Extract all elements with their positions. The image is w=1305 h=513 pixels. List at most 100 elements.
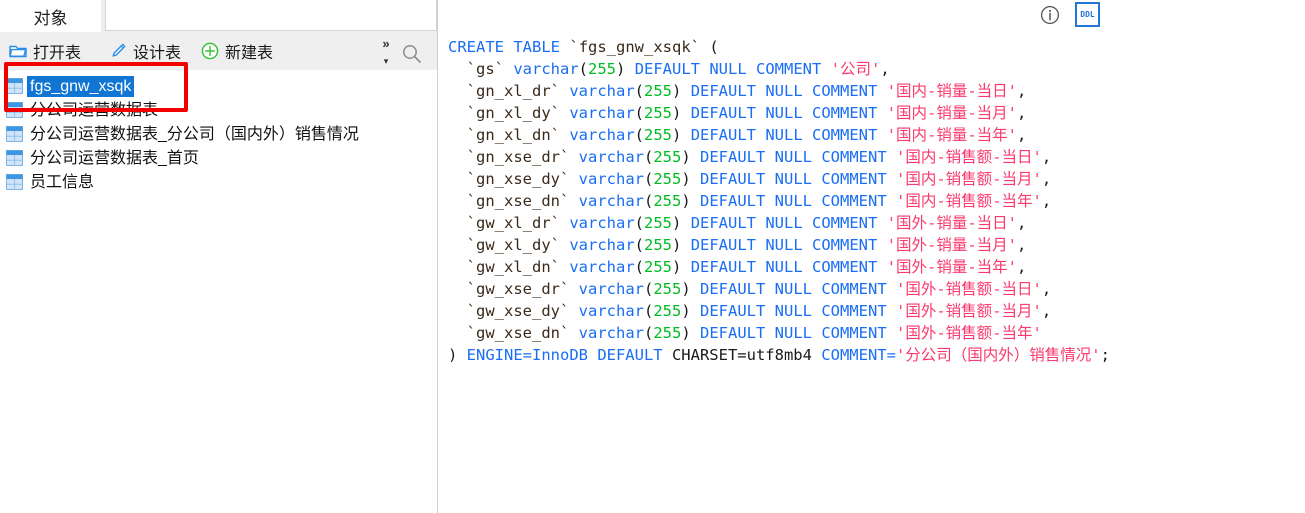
column-comment: '国外-销量-当年': [886, 258, 1018, 276]
column-nullability: DEFAULT NULL: [700, 302, 812, 320]
column-name: `gw_xl_dn`: [466, 258, 560, 276]
open-table-label: 打开表: [33, 45, 82, 62]
table-icon: [6, 150, 23, 166]
paren: ): [616, 60, 635, 78]
column-name: `gn_xl_dr`: [466, 82, 560, 100]
terminator: ;: [1100, 346, 1110, 364]
paren: (: [578, 60, 589, 78]
charset-clause: CHARSET=utf8mb4: [662, 346, 822, 364]
new-table-label: 新建表: [225, 45, 274, 62]
design-table-button[interactable]: 设计表: [108, 38, 181, 64]
column-name: `gw_xse_dy`: [466, 302, 570, 320]
keyword-comment: COMMENT: [821, 302, 887, 320]
table-icon: [6, 102, 23, 118]
tab-object-label: 对象: [33, 8, 68, 28]
keyword-comment: COMMENT: [821, 148, 887, 166]
column-comment: '国外-销量-当月': [886, 236, 1018, 254]
keyword-comment: COMMENT: [812, 236, 878, 254]
column-type: varchar: [578, 302, 644, 320]
paren: (: [634, 236, 645, 254]
search-icon[interactable]: [400, 42, 424, 66]
comma: ,: [1017, 236, 1027, 254]
object-list[interactable]: fgs_gnw_xsqk 分公司运营数据表 分公司运营数据表_分公司（国内外）销售情…: [0, 70, 437, 513]
column-length: 255: [644, 258, 673, 276]
paren: (: [644, 170, 654, 188]
list-item-label: 员工信息: [30, 173, 95, 191]
info-circle-icon[interactable]: [1039, 4, 1061, 26]
paren: ): [672, 214, 691, 232]
comma: ,: [1041, 148, 1052, 166]
column-type: varchar: [513, 60, 579, 78]
column-length: 255: [588, 60, 617, 78]
keyword-comment: COMMENT: [812, 126, 878, 144]
column-nullability: DEFAULT NULL: [700, 280, 812, 298]
column-nullability: DEFAULT NULL: [700, 192, 812, 210]
list-item[interactable]: fgs_gnw_xsqk: [0, 74, 437, 98]
table-icon: [6, 174, 23, 190]
paren: (: [634, 126, 645, 144]
tab-object[interactable]: 对象: [0, 0, 101, 32]
open-table-button[interactable]: 打开表: [8, 38, 81, 64]
paren: ): [681, 324, 701, 342]
tab-strip: 对象: [0, 0, 437, 32]
new-table-button[interactable]: 新建表: [200, 38, 273, 64]
ddl-preview-panel: DDL CREATE TABLE `fgs_gnw_xsqk` ( `gs` v…: [438, 0, 1305, 513]
comma: ,: [1017, 214, 1027, 232]
tab-strip-filler-area: [105, 0, 437, 31]
column-type: varchar: [569, 126, 635, 144]
ddl-panel-toolbar: DDL: [1039, 2, 1100, 27]
column-type: varchar: [578, 148, 644, 166]
ddl-button-label: DDL: [1080, 10, 1095, 19]
table-icon: [6, 126, 23, 142]
column-type: varchar: [578, 192, 644, 210]
ddl-column-line: `gw_xse_dr` varchar(255) DEFAULT NULL CO…: [448, 278, 1298, 300]
column-name: `gw_xl_dr`: [466, 214, 560, 232]
column-nullability: DEFAULT NULL: [690, 104, 803, 122]
keyword-create: CREATE: [448, 38, 504, 56]
ddl-toggle-button[interactable]: DDL: [1075, 2, 1100, 27]
paren: (: [634, 82, 645, 100]
paren: ): [681, 192, 701, 210]
column-length: 255: [653, 148, 682, 166]
toolbar-overflow-button[interactable]: » ▾: [375, 37, 397, 66]
paren: (: [644, 192, 654, 210]
column-name: `gn_xse_dn`: [466, 192, 570, 210]
ddl-column-line: `gw_xse_dy` varchar(255) DEFAULT NULL CO…: [448, 300, 1298, 322]
column-type: varchar: [569, 104, 635, 122]
table-icon: [6, 78, 23, 94]
keyword-comment: COMMENT: [821, 192, 887, 210]
column-length: 255: [644, 214, 673, 232]
list-item[interactable]: 分公司运营数据表_分公司（国内外）销售情况: [0, 122, 437, 146]
ddl-column-line: `gw_xl_dy` varchar(255) DEFAULT NULL COM…: [448, 234, 1298, 256]
engine-clause: ENGINE=InnoDB DEFAULT: [466, 346, 663, 364]
list-item-label: fgs_gnw_xsqk: [27, 75, 135, 97]
column-comment: '国外-销售额-当月': [896, 302, 1042, 320]
list-item[interactable]: 分公司运营数据表_首页: [0, 146, 437, 170]
keyword-comment: COMMENT: [821, 170, 887, 188]
list-item[interactable]: 员工信息: [0, 170, 437, 194]
list-item[interactable]: 分公司运营数据表: [0, 98, 437, 122]
comma: ,: [1041, 280, 1052, 298]
column-comment: '公司': [830, 60, 881, 78]
